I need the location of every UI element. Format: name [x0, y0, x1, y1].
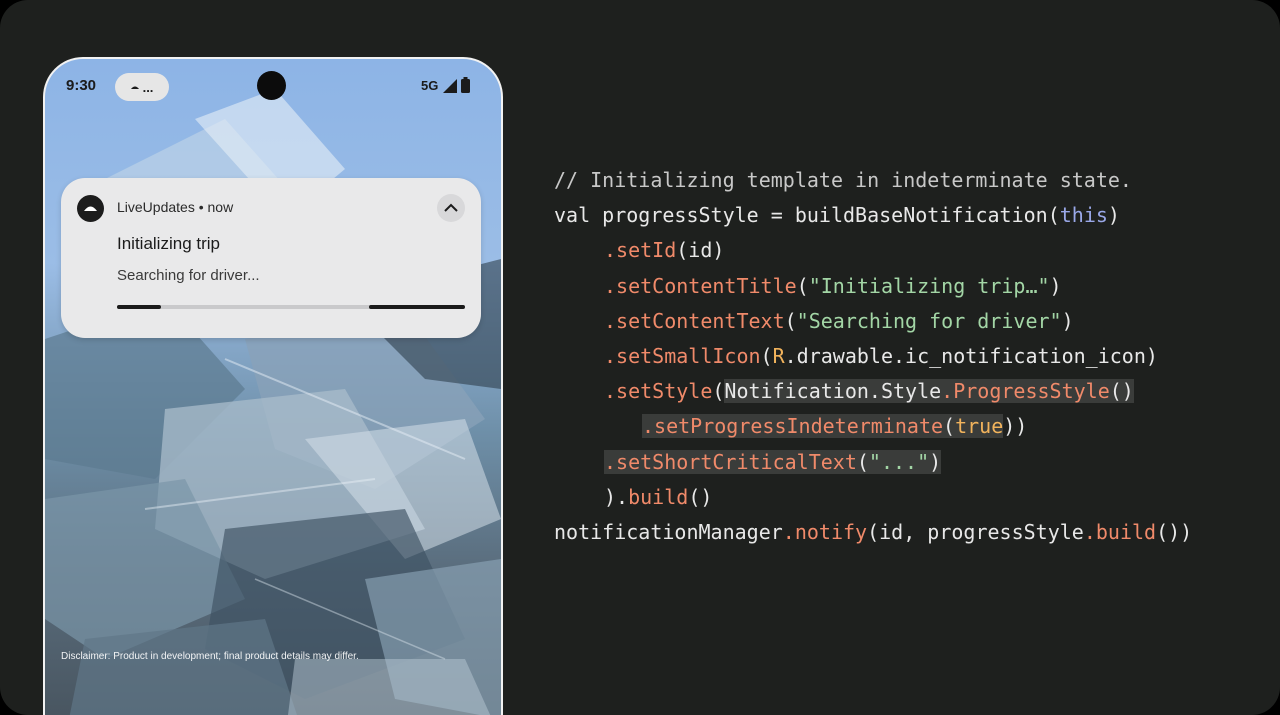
code-comment: // Initializing template in indeterminat…: [554, 168, 1132, 192]
code-line-3: .setId(id): [554, 233, 1192, 268]
paren-open: (: [943, 414, 956, 439]
fn-set-content-text: .setContentText: [604, 308, 785, 333]
paren-dot: ).: [604, 484, 629, 509]
paren-close: ): [929, 449, 942, 474]
resource-path: .drawable.ic_notification_icon): [784, 343, 1158, 368]
phone-mockup: 9:30 ... 5G LiveUpdates • now Initializi…: [43, 57, 503, 715]
fn-build: build: [628, 484, 689, 509]
progress-segment-start: [117, 305, 161, 309]
resource-r: R: [772, 343, 785, 368]
paren-open: (: [712, 379, 725, 404]
notification-title: Initializing trip: [117, 234, 220, 253]
paren-close: ): [1061, 308, 1074, 333]
var-progress-style: progressStyle: [602, 203, 759, 228]
paren-close: ): [1107, 203, 1120, 228]
fn-build: .build: [1083, 519, 1157, 544]
signal-icon: [443, 79, 457, 93]
code-line-7: .setStyle(Notification.Style.ProgressSty…: [554, 374, 1192, 409]
paren-close: ): [1049, 273, 1062, 298]
code-snippet: // Initializing template in indeterminat…: [554, 163, 1192, 550]
chip-text: ...: [142, 79, 154, 95]
highlighted-progress-style: Notification.Style.ProgressStyle(): [724, 379, 1134, 404]
code-line-11: notificationManager.notify(id, progressS…: [554, 515, 1192, 550]
fn-set-content-title: .setContentTitle: [604, 273, 797, 298]
live-update-chip[interactable]: ...: [115, 73, 169, 101]
crystal-wallpaper: [45, 89, 501, 715]
paren-open: (: [856, 449, 869, 474]
collapse-button[interactable]: [437, 194, 465, 222]
paren-open: (: [796, 273, 809, 298]
battery-icon: [461, 77, 470, 93]
chevron-up-icon: [444, 203, 458, 212]
app-name: LiveUpdates: [117, 199, 195, 215]
code-line-9: .setShortCriticalText("..."): [554, 445, 1192, 480]
paren-open: (: [784, 308, 797, 333]
highlighted-short-critical: .setShortCriticalText("..."): [604, 449, 942, 474]
class-notification: Notification: [724, 379, 869, 404]
fn-set-short-critical-text: .setShortCriticalText: [604, 449, 857, 474]
code-line-6: .setSmallIcon(R.drawable.ic_notification…: [554, 339, 1192, 374]
disclaimer: Disclaimer: Product in development; fina…: [61, 651, 359, 662]
rideshare-icon: [84, 206, 97, 211]
fn-set-style: .setStyle: [604, 379, 713, 404]
status-bar: 9:30 ... 5G: [45, 59, 501, 114]
fn-set-id: .setId: [604, 238, 677, 263]
code-line-5: .setContentText("Searching for driver"): [554, 304, 1192, 339]
paren-pair: (): [1109, 379, 1134, 404]
fn-notify: .notify: [782, 519, 868, 544]
fn-set-small-icon: .setSmallIcon: [604, 343, 761, 368]
args: (id): [676, 238, 725, 263]
rideshare-icon: [130, 86, 139, 89]
string-ellipsis: "...": [868, 449, 930, 474]
paren-open: (: [760, 343, 773, 368]
camera-cutout: [257, 71, 286, 100]
highlighted-indeterminate: .setProgressIndeterminate(true: [642, 414, 1004, 439]
notification-header: LiveUpdates • now: [117, 199, 233, 215]
code-line-4: .setContentTitle("Initializing trip…"): [554, 269, 1192, 304]
obj-notification-manager: notificationManager: [554, 519, 783, 544]
bool-true: true: [955, 414, 1004, 439]
notification-timestamp: now: [207, 199, 234, 215]
clock: 9:30: [66, 77, 97, 94]
string-title: "Initializing trip…": [808, 273, 1050, 298]
keyword-this: this: [1059, 203, 1108, 228]
class-progress-style: .ProgressStyle: [941, 379, 1110, 404]
class-style: .Style: [868, 379, 942, 404]
slide: 9:30 ... 5G LiveUpdates • now Initializi…: [0, 0, 1280, 715]
app-icon: [77, 195, 104, 222]
string-text: "Searching for driver": [796, 308, 1062, 333]
paren-close: ()): [1156, 519, 1193, 544]
call-build-base: buildBaseNotification(: [794, 203, 1060, 228]
code-line-10: ).build(): [554, 480, 1192, 515]
network-label: 5G: [421, 78, 439, 93]
fn-set-progress-indeterminate: .setProgressIndeterminate: [642, 414, 944, 439]
code-line-2: val progressStyle = buildBaseNotificatio…: [554, 198, 1192, 233]
header-separator: •: [194, 199, 208, 215]
paren-pair: (): [688, 484, 713, 509]
notification-card[interactable]: LiveUpdates • now Initializing trip Sear…: [61, 178, 481, 338]
operator-equals: =: [758, 203, 795, 228]
keyword-val: val: [554, 203, 603, 228]
indeterminate-progress-bar: [117, 305, 465, 309]
paren-close: )): [1003, 414, 1028, 439]
code-line-8: .setProgressIndeterminate(true)): [554, 409, 1192, 444]
notification-text: Searching for driver...: [117, 267, 260, 284]
progress-segment-end: [369, 305, 465, 309]
args: (id, progressStyle: [867, 519, 1084, 544]
